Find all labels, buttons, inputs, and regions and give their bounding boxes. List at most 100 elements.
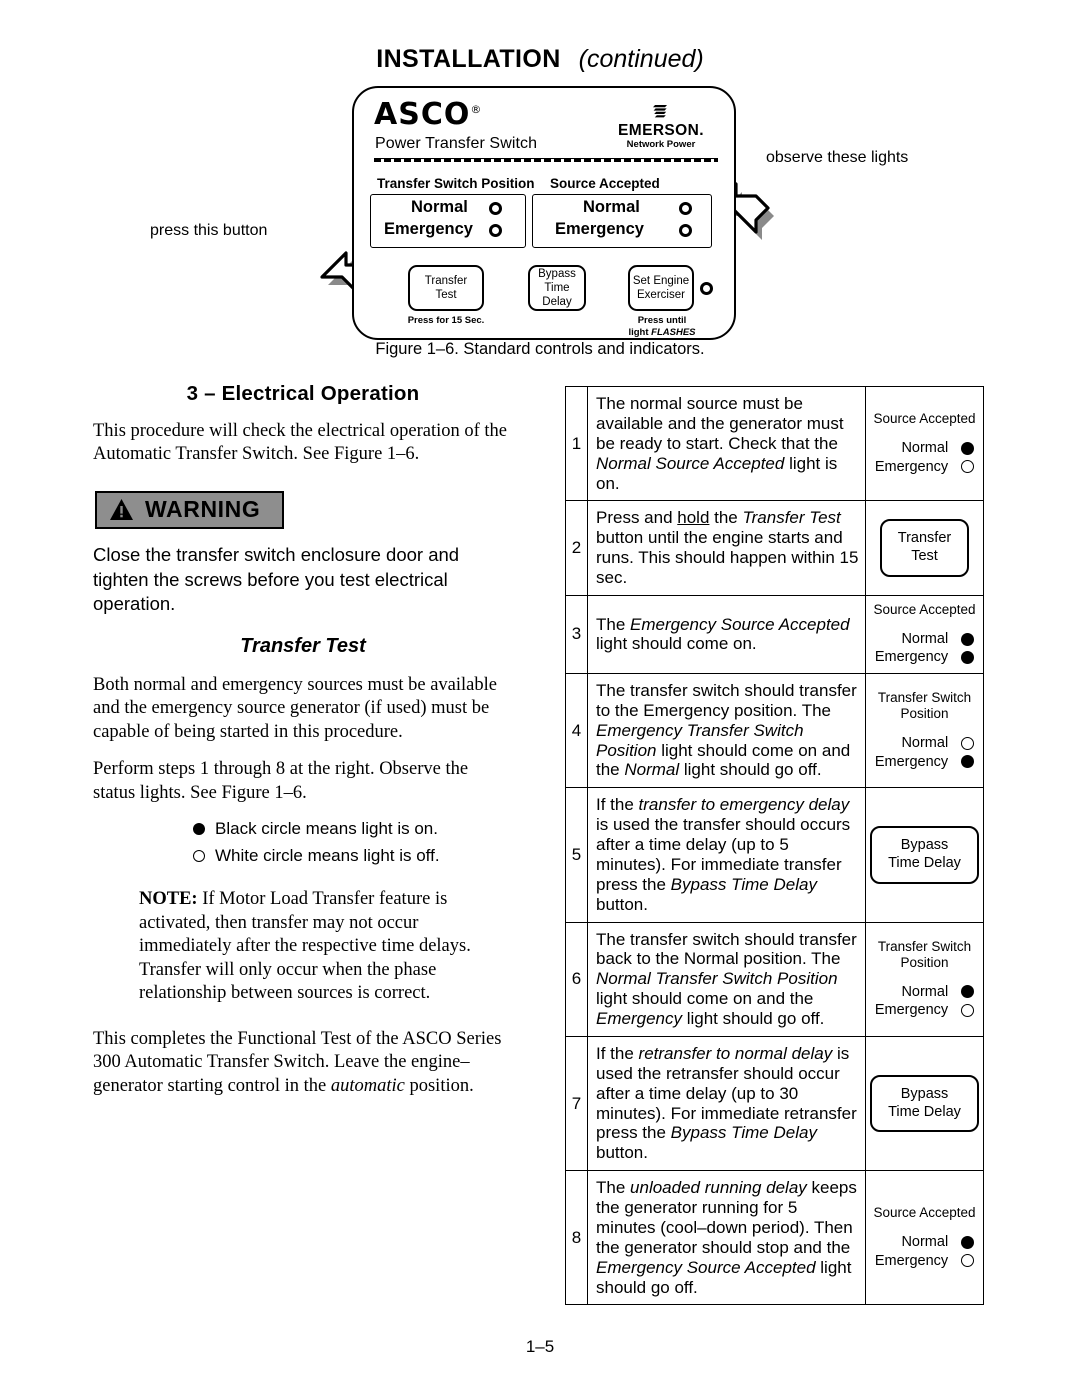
indicator-group-title: Source Accepted	[873, 411, 976, 427]
step-description: Press and hold the Transfer Test button …	[587, 500, 866, 596]
step-number: 6	[565, 921, 588, 1037]
step-description: If the retransfer to normal delay is use…	[587, 1035, 866, 1172]
step-text-fragment: The transfer switch should transfer to t…	[596, 680, 857, 720]
indicator-row-normal: Normal	[875, 1233, 975, 1252]
label-source-accepted: Source Accepted	[550, 176, 660, 191]
step-number: 3	[565, 594, 588, 674]
step-indicator: Bypass Time Delay	[865, 1035, 984, 1172]
panel-btn-bypass-line1: Bypass	[538, 267, 576, 280]
step-number: 1	[565, 385, 588, 502]
table-row: 4 The transfer switch should transfer to …	[565, 672, 984, 789]
emerson-mark-icon	[606, 102, 716, 122]
page-header-title: INSTALLATION	[376, 45, 561, 73]
indicator-emergency-off-circle-icon	[961, 1254, 975, 1268]
step-text-fragment: The transfer switch should transfer back…	[596, 929, 857, 969]
exerciser-note-flashes: FLASHES	[651, 326, 696, 338]
legend-row-on: Black circle means light is on.	[193, 819, 513, 839]
step-indicator: Transfer Test	[865, 500, 984, 596]
indicator-button-line1: Bypass	[900, 836, 949, 853]
step-description: The transfer switch should transfer back…	[587, 921, 866, 1037]
indicator-button[interactable]: Bypass Time Delay	[870, 825, 979, 884]
page-number: 1–5	[525, 1337, 555, 1356]
indicator-row-emergency: Emergency	[874, 648, 975, 667]
indicator-row-normal: Normal	[875, 439, 975, 458]
asco-logo: ASCO®	[374, 100, 482, 130]
legend-black-circle-icon	[193, 823, 205, 836]
set-engine-exerciser-led-icon	[700, 282, 713, 295]
subheading-transfer-test: Transfer Test	[240, 634, 366, 657]
indicator-label-emergency: Emergency	[874, 458, 949, 475]
paragraph-intro: This procedure will check the electrical…	[93, 421, 508, 465]
panel-button-bypass-time-delay[interactable]: Bypass Time Delay	[528, 265, 586, 311]
note-label: NOTE:	[139, 889, 198, 910]
panel-note-press-until-flashes: Press until light FLASHES	[616, 315, 708, 339]
step-text-fragment: Transfer Test	[742, 508, 841, 528]
table-row: 8 The unloaded running delay keeps the ge…	[565, 1170, 984, 1306]
tsp-normal-led-icon	[489, 202, 502, 215]
step-description: The normal source must be available and …	[587, 385, 866, 502]
step-text-fragment: Emergency Source Accepted	[630, 614, 850, 634]
step-text-fragment: light should come on.	[596, 634, 757, 654]
indicator-button[interactable]: Bypass Time Delay	[870, 1074, 979, 1133]
panel-button-transfer-test[interactable]: Transfer Test	[408, 265, 484, 311]
step-description: The unloaded running delay keeps the gen…	[587, 1170, 866, 1306]
step-text-fragment: the	[709, 508, 743, 528]
table-row: 5 If the transfer to emergency delay is u…	[565, 787, 984, 923]
sa-normal-label: Normal	[583, 198, 640, 216]
step-text-fragment: Normal	[624, 760, 680, 780]
step-indicator: Source Accepted Normal Emergency	[865, 594, 984, 674]
panel-note-press-15-sec: Press for 15 Sec.	[407, 315, 485, 326]
step-text-fragment: transfer to emergency delay	[638, 795, 850, 815]
step-text-fragment: light should come on and the	[596, 989, 814, 1009]
indicator-button-line2: Time Delay	[888, 854, 961, 871]
exerciser-note-line2a: light	[628, 326, 652, 338]
indicator-normal-on-circle-icon	[961, 985, 975, 999]
page-header: INSTALLATION (continued)	[0, 45, 1080, 74]
step-indicator: Bypass Time Delay	[865, 787, 984, 923]
indicator-row-normal: Normal	[875, 630, 975, 649]
step-text-fragment: Emergency Source Accepted	[596, 1257, 816, 1277]
step-text-fragment: light should go off.	[681, 1009, 825, 1029]
indicator-button-line1: Transfer	[897, 530, 952, 547]
indicator-label-emergency: Emergency	[874, 1252, 949, 1269]
indicator-label-emergency: Emergency	[874, 649, 949, 666]
tsp-emergency-led-icon	[489, 224, 502, 237]
step-text-fragment: button until the engine starts and runs.…	[596, 528, 859, 587]
legend-off-label: White circle means light is off.	[215, 846, 440, 866]
sa-normal-led-icon	[679, 202, 692, 215]
panel-btn-exerciser-line1: Set Engine	[632, 274, 690, 287]
indicator-normal-on-circle-icon	[961, 441, 975, 455]
indicator-emergency-on-circle-icon	[961, 755, 975, 769]
legend-on-label: Black circle means light is on.	[215, 819, 438, 839]
indicator-emergency-off-circle-icon	[961, 1003, 975, 1017]
panel-btn-transfer-test-line1: Transfer	[424, 274, 468, 287]
panel-btn-exerciser-line2: Exerciser	[637, 289, 685, 301]
indicator-button-line1: Bypass	[900, 1085, 949, 1102]
panel-btn-transfer-test-line2: Test	[435, 289, 457, 301]
step-description: If the transfer to emergency delay is us…	[587, 787, 866, 923]
control-panel-illustration: ASCO® Power Transfer Switch EMERSON. Net…	[352, 86, 736, 340]
indicator-label-normal: Normal	[901, 734, 949, 751]
step-text-fragment: hold	[677, 508, 710, 528]
emerson-logo: EMERSON. Network Power	[606, 102, 716, 151]
indicator-label-normal: Normal	[901, 630, 949, 647]
indicator-group-title: Source Accepted	[873, 1205, 976, 1221]
indicator-row-emergency: Emergency	[875, 753, 975, 772]
legend-white-circle-icon	[193, 850, 205, 863]
indicator-group-title: Transfer Switch Position	[877, 690, 972, 722]
indicator-normal-on-circle-icon	[961, 1235, 975, 1249]
page-header-continued: (continued)	[578, 45, 704, 73]
indicator-light-rows: Normal Emergency	[875, 983, 975, 1020]
callout-observe-these-lights: observe these lights	[766, 149, 909, 166]
step-text-fragment: If the	[596, 1043, 639, 1063]
step-text-fragment: unloaded running delay	[630, 1178, 807, 1198]
indicator-light-rows: Normal Emergency	[875, 734, 975, 772]
indicator-button[interactable]: Transfer Test	[879, 519, 970, 578]
document-page: INSTALLATION (continued) press this butto…	[0, 0, 1080, 1397]
step-indicator: Source Accepted Normal Emergency	[865, 385, 984, 502]
panel-button-set-engine-exerciser[interactable]: Set Engine Exerciser	[628, 265, 694, 311]
indicator-label-normal: Normal	[901, 1234, 949, 1251]
indicator-row-emergency: Emergency	[874, 1252, 975, 1271]
registered-mark-icon: ®	[470, 103, 483, 116]
warning-triangle-icon	[110, 498, 133, 520]
